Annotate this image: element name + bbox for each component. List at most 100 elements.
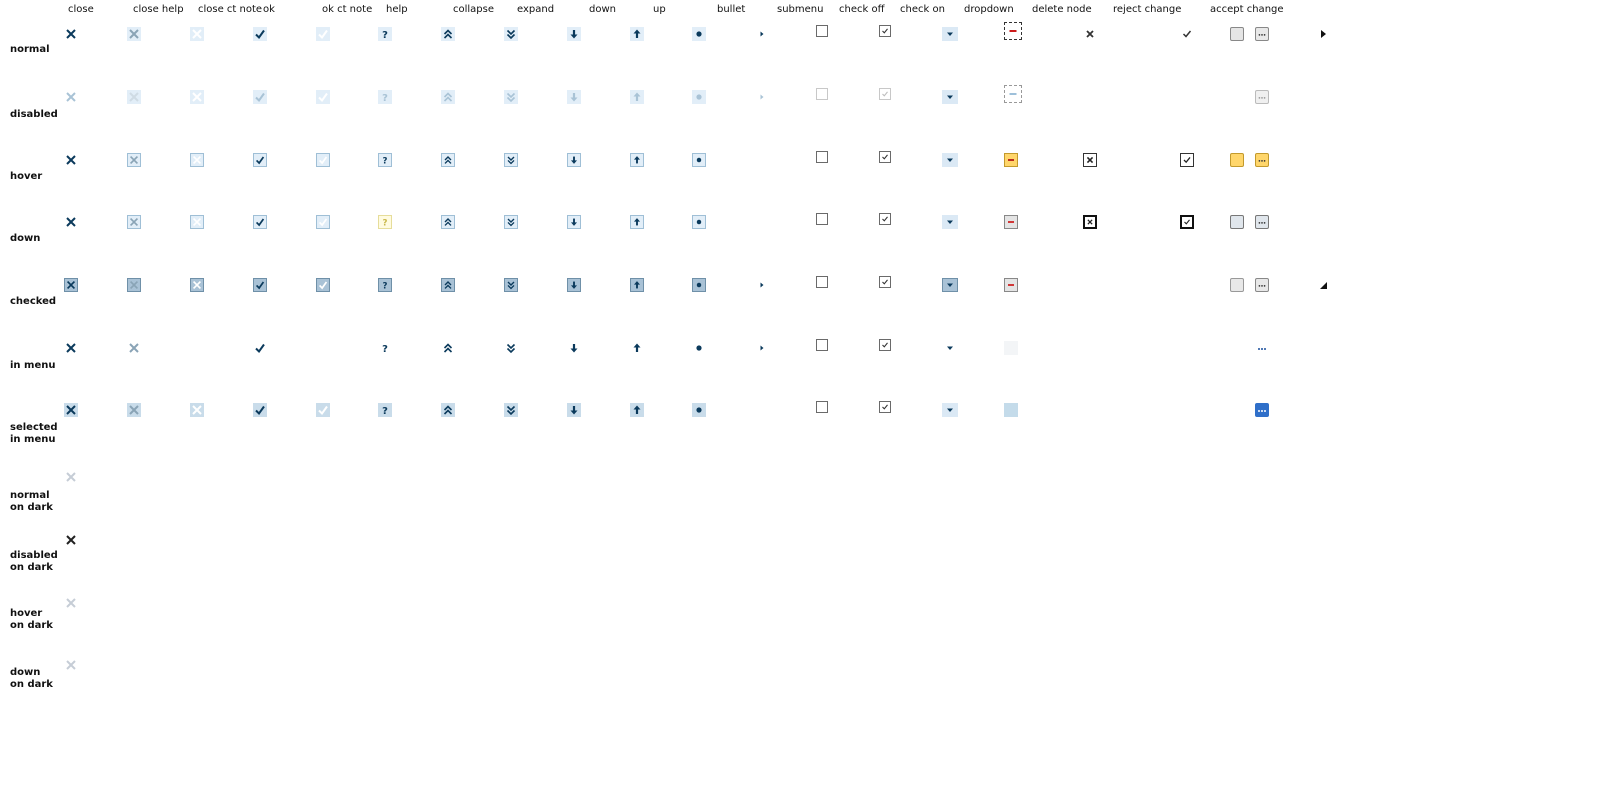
row-label-down-on-dark: down on dark <box>10 667 53 690</box>
checked-down-icon <box>567 278 581 292</box>
in-menu-submenu-icon <box>755 341 769 355</box>
row-label-disabled-on-dark: disabled on dark <box>10 550 58 573</box>
row-label-disabled: disabled <box>10 109 58 120</box>
in-menu-delete-node-icon <box>1004 341 1018 355</box>
checked-submenu-icon <box>755 278 769 292</box>
hover-collapse-icon <box>441 153 455 167</box>
disabled-ok-icon <box>253 90 267 104</box>
column-header-ok-ct-note: ok ct note <box>322 4 373 15</box>
row-label-normal-on-dark: normal on dark <box>10 490 53 513</box>
down-bullet-icon <box>692 215 706 229</box>
checked-delete-node-icon <box>1004 278 1018 292</box>
hover-expand-icon <box>504 153 518 167</box>
column-header-check-on: check on <box>900 4 945 15</box>
hover-check-on-icon <box>879 151 891 163</box>
checked-up-icon <box>630 278 644 292</box>
column-header-reject-change: reject change <box>1113 4 1182 15</box>
in-menu-collapse-icon <box>441 341 455 355</box>
in-menu-more-icon[interactable] <box>1255 341 1269 355</box>
selected-in-menu-delete-node-icon <box>1004 403 1018 417</box>
hover-up-icon <box>630 153 644 167</box>
down-collapse-icon <box>441 215 455 229</box>
in-menu-close-help-icon <box>127 341 141 355</box>
down-ok-icon <box>253 215 267 229</box>
down-dropdown-icon <box>942 215 958 229</box>
normal-more-icon[interactable] <box>1255 27 1269 41</box>
svg-text:?: ? <box>382 93 388 104</box>
svg-text:?: ? <box>382 30 388 41</box>
row-label-in-menu: in menu <box>10 360 56 371</box>
disabled-more-icon[interactable] <box>1255 90 1269 104</box>
in-menu-expand-icon <box>504 341 518 355</box>
down-swatch-icon <box>1230 215 1244 229</box>
row-label-hover-on-dark: hover on dark <box>10 608 53 631</box>
column-header-delete-node: delete node <box>1032 4 1092 15</box>
row-label-normal: normal <box>10 44 50 55</box>
down-up-icon <box>630 215 644 229</box>
normal-close-icon <box>64 27 78 41</box>
disabled-expand-icon <box>504 90 518 104</box>
in-menu-bullet-icon <box>692 341 706 355</box>
in-menu-close-icon <box>64 341 78 355</box>
selected-in-menu-close-ct-note-icon <box>190 403 204 417</box>
disabled-collapse-icon <box>441 90 455 104</box>
in-menu-ok-ct-note-icon <box>316 341 330 355</box>
disabled-check-off-icon <box>816 88 828 100</box>
row-label-checked: checked <box>10 296 57 307</box>
svg-text:?: ? <box>383 156 388 166</box>
down-down-icon <box>567 215 581 229</box>
selected-in-menu-ok-icon <box>253 403 267 417</box>
normal-bullet-icon <box>692 27 706 41</box>
down-accept-change-icon <box>1180 215 1194 229</box>
selected-in-menu-more-icon[interactable] <box>1255 403 1269 417</box>
column-header-close: close <box>68 4 94 15</box>
normal-submenu-icon <box>755 27 769 41</box>
normal-collapse-icon <box>441 27 455 41</box>
svg-text:?: ? <box>382 406 388 417</box>
selected-in-menu-close-help-icon <box>127 403 141 417</box>
normal-help-icon: ? <box>378 27 392 41</box>
disabled-ok-ct-note-icon <box>316 90 330 104</box>
disabled-bullet-icon <box>692 90 706 104</box>
column-header-help: help <box>386 4 408 15</box>
hover-reject-change-icon <box>1083 153 1097 167</box>
disabled-close-help-icon <box>127 90 141 104</box>
down-more-icon[interactable] <box>1255 215 1269 229</box>
column-header-up: up <box>653 4 666 15</box>
svg-text:?: ? <box>382 344 388 355</box>
normal-close-help-icon <box>127 27 141 41</box>
hover-on-dark-close-icon <box>64 596 78 610</box>
checked-help-icon: ? <box>378 278 392 292</box>
down-check-off-icon <box>816 213 828 225</box>
disabled-close-ct-note-icon <box>190 90 204 104</box>
disabled-check-on-icon <box>879 88 891 100</box>
down-ok-ct-note-icon <box>316 215 330 229</box>
selected-in-menu-ok-ct-note-icon <box>316 403 330 417</box>
hover-check-off-icon <box>816 151 828 163</box>
checked-expand-icon <box>504 278 518 292</box>
hover-more-icon[interactable] <box>1255 153 1269 167</box>
normal-check-off-icon <box>816 25 828 37</box>
in-menu-help-icon: ? <box>378 341 392 355</box>
disabled-submenu-icon <box>755 90 769 104</box>
svg-text:?: ? <box>383 218 388 228</box>
column-header-accept-change: accept change <box>1210 4 1284 15</box>
selected-in-menu-dropdown-icon <box>942 403 958 417</box>
column-header-bullet: bullet <box>717 4 746 15</box>
hover-bullet-icon <box>692 153 706 167</box>
normal-dropdown-icon <box>942 27 958 41</box>
checked-bullet-icon <box>692 278 706 292</box>
down-close-ct-note-icon <box>190 215 204 229</box>
selected-in-menu-up-icon <box>630 403 644 417</box>
svg-text:?: ? <box>383 281 388 291</box>
checked-check-on-icon <box>879 276 891 288</box>
row-label-selected-in-menu: selected in menu <box>10 422 58 445</box>
selected-in-menu-down-icon <box>567 403 581 417</box>
hover-ok-icon <box>253 153 267 167</box>
normal-expand-icon <box>504 27 518 41</box>
in-menu-up-icon <box>630 341 644 355</box>
checked-more-icon[interactable] <box>1255 278 1269 292</box>
hover-accept-change-icon <box>1180 153 1194 167</box>
in-menu-ok-icon <box>253 341 267 355</box>
row-label-down: down <box>10 233 41 244</box>
